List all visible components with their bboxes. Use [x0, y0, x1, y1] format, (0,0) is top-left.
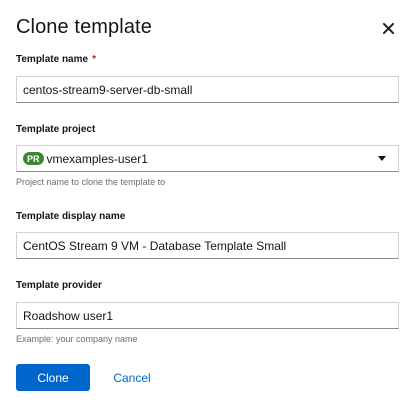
template-display-name-value: CentOS Stream 9 VM - Database Template S… [23, 238, 287, 253]
template-provider-helper: Example: your company name [16, 334, 138, 344]
template-provider-value: Roadshow user1 [23, 308, 114, 323]
cancel-button[interactable]: Cancel [104, 364, 160, 391]
template-provider-input[interactable]: Roadshow user1 [16, 302, 399, 329]
template-name-label: Template name * [16, 54, 96, 65]
template-name-label-text: Template name [16, 54, 89, 65]
template-project-value: vmexamples-user1 [46, 151, 148, 166]
template-name-input[interactable]: centos-stream9-server-db-small [16, 76, 399, 103]
close-icon[interactable] [380, 20, 396, 36]
template-name-value: centos-stream9-server-db-small [23, 82, 193, 97]
modal-title: Clone template [16, 16, 152, 38]
project-badge: PR [23, 152, 44, 165]
template-project-label: Template project [16, 124, 96, 135]
required-marker: * [92, 54, 96, 65]
template-project-select[interactable]: PR vmexamples-user1 [16, 145, 399, 172]
clone-button[interactable]: Clone [16, 364, 90, 391]
template-display-name-input[interactable]: CentOS Stream 9 VM - Database Template S… [16, 232, 399, 259]
clone-template-modal: Clone template Template name * centos-str… [0, 0, 417, 408]
template-display-name-label: Template display name [16, 211, 126, 222]
template-project-helper: Project name to clone the template to [16, 177, 166, 187]
template-provider-label: Template provider [16, 280, 102, 291]
caret-down-icon [378, 156, 386, 161]
